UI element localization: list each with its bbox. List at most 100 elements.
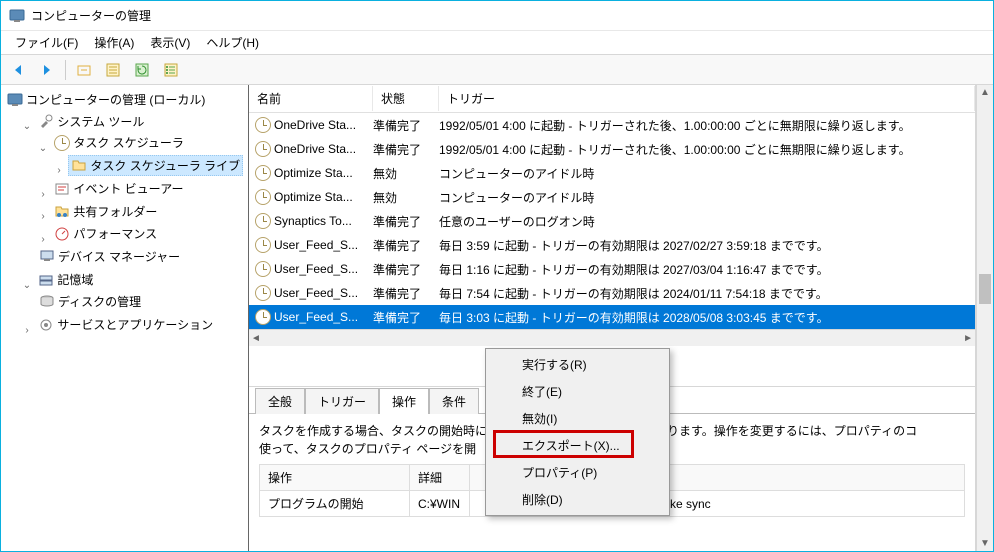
task-name: User_Feed_S... <box>274 262 358 276</box>
tree-label: ディスクの管理 <box>58 293 141 310</box>
menu-help[interactable]: ヘルプ(H) <box>198 31 267 54</box>
tree-device-manager[interactable]: デバイス マネージャー <box>37 247 182 266</box>
tree-label: パフォーマンス <box>73 225 157 242</box>
context-disable[interactable]: 無効(I) <box>488 405 667 432</box>
task-state: 無効 <box>373 189 439 206</box>
task-trigger: 1992/05/01 4:00 に起動 - トリガーされた後、1.00:00:0… <box>439 141 975 158</box>
context-end[interactable]: 終了(E) <box>488 378 667 405</box>
header-state[interactable]: 状態 <box>373 86 439 111</box>
tree-scheduler-library[interactable]: タスク スケジューラ ライブ <box>68 155 243 176</box>
expander-icon[interactable]: › <box>37 234 49 245</box>
task-row[interactable]: OneDrive Sta...準備完了1992/05/01 4:00 に起動 -… <box>249 137 975 161</box>
task-state: 準備完了 <box>373 237 439 254</box>
task-name: Optimize Sta... <box>274 190 353 204</box>
expander-icon[interactable]: ⌄ <box>37 143 49 154</box>
tree-performance[interactable]: パフォーマンス <box>52 224 159 243</box>
context-delete[interactable]: 削除(D) <box>488 486 667 513</box>
context-export[interactable]: エクスポート(X)... <box>488 432 667 459</box>
expander-icon[interactable]: › <box>21 325 33 336</box>
scroll-right-icon[interactable]: ► <box>963 333 973 344</box>
task-trigger: 毎日 3:59 に起動 - トリガーの有効期限は 2027/02/27 3:59… <box>439 237 975 254</box>
up-button[interactable] <box>71 57 97 83</box>
list-button[interactable] <box>158 57 184 83</box>
horizontal-scrollbar[interactable]: ◄ ► <box>249 329 975 346</box>
task-state: 準備完了 <box>373 141 439 158</box>
task-name: User_Feed_S... <box>274 286 358 300</box>
task-row[interactable]: User_Feed_S...準備完了毎日 7:54 に起動 - トリガーの有効期… <box>249 281 975 305</box>
tree-storage[interactable]: 記憶域 <box>36 270 95 289</box>
tree-services-apps[interactable]: サービスとアプリケーション <box>36 315 215 334</box>
tree-system-tools[interactable]: システム ツール <box>36 112 146 131</box>
context-menu: 実行する(R) 終了(E) 無効(I) エクスポート(X)... プロパティ(P… <box>485 348 670 516</box>
clock-icon <box>255 117 271 133</box>
scroll-thumb[interactable] <box>979 274 991 304</box>
back-button[interactable] <box>5 57 31 83</box>
folder-icon <box>71 157 87 173</box>
tab-conditions[interactable]: 条件 <box>429 388 479 414</box>
task-name: OneDrive Sta... <box>274 118 356 132</box>
scroll-up-icon[interactable]: ▲ <box>980 87 990 98</box>
action-name: プログラムの開始 <box>260 491 410 517</box>
menu-view[interactable]: 表示(V) <box>142 31 198 54</box>
context-properties[interactable]: プロパティ(P) <box>488 459 667 486</box>
tab-triggers[interactable]: トリガー <box>305 388 379 414</box>
menu-file[interactable]: ファイル(F) <box>7 31 86 54</box>
refresh-button[interactable] <box>129 57 155 83</box>
shared-folder-icon <box>54 203 70 219</box>
clock-icon <box>255 309 271 325</box>
disk-icon <box>39 293 55 309</box>
expander-icon[interactable]: › <box>53 165 65 176</box>
tree-disk-management[interactable]: ディスクの管理 <box>37 292 143 311</box>
header-name[interactable]: 名前 <box>249 86 373 111</box>
task-row[interactable]: User_Feed_S...準備完了毎日 1:16 に起動 - トリガーの有効期… <box>249 257 975 281</box>
tree-event-viewer[interactable]: イベント ビューアー <box>52 179 185 198</box>
context-run[interactable]: 実行する(R) <box>488 351 667 378</box>
task-row[interactable]: Optimize Sta...無効コンピューターのアイドル時 <box>249 161 975 185</box>
toolbar <box>1 55 993 85</box>
task-row[interactable]: Synaptics To...準備完了任意のユーザーのログオン時 <box>249 209 975 233</box>
task-state: 無効 <box>373 165 439 182</box>
clock-icon <box>255 261 271 277</box>
task-trigger: 任意のユーザーのログオン時 <box>439 213 975 230</box>
vertical-scrollbar[interactable]: ▲ ▼ <box>976 85 993 551</box>
header-trigger[interactable]: トリガー <box>439 86 975 111</box>
tree-shared-folders[interactable]: 共有フォルダー <box>52 202 159 221</box>
titlebar: コンピューターの管理 <box>1 1 993 31</box>
expander-icon[interactable]: › <box>37 189 49 200</box>
expander-icon[interactable]: › <box>37 211 49 222</box>
tab-actions[interactable]: 操作 <box>379 388 429 414</box>
device-icon <box>39 248 55 264</box>
task-row[interactable]: OneDrive Sta...準備完了1992/05/01 4:00 に起動 -… <box>249 113 975 137</box>
actions-col-action[interactable]: 操作 <box>260 465 410 491</box>
task-name: User_Feed_S... <box>274 238 358 252</box>
task-name: Synaptics To... <box>274 214 352 228</box>
tab-general[interactable]: 全般 <box>255 388 305 414</box>
scroll-left-icon[interactable]: ◄ <box>251 333 261 344</box>
scroll-down-icon[interactable]: ▼ <box>980 538 990 549</box>
task-row[interactable]: Optimize Sta... 無効コンピューターのアイドル時 <box>249 185 975 209</box>
grid-header: 名前 状態 トリガー <box>249 85 975 113</box>
tree-root[interactable]: コンピューターの管理 (ローカル) <box>5 90 207 109</box>
tree-label: システム ツール <box>57 113 144 130</box>
action-detail: C:¥WIN <box>410 491 470 517</box>
navigation-tree[interactable]: コンピューターの管理 (ローカル) ⌄ システム ツール ⌄ <box>1 85 249 551</box>
expander-icon[interactable]: ⌄ <box>21 121 33 132</box>
expander-icon[interactable]: ⌄ <box>21 280 33 291</box>
task-trigger: コンピューターのアイドル時 <box>439 165 975 182</box>
task-trigger: 1992/05/01 4:00 に起動 - トリガーされた後、1.00:00:0… <box>439 117 975 134</box>
window-title: コンピューターの管理 <box>31 7 151 24</box>
clock-icon <box>255 165 271 181</box>
toolbar-separator <box>65 60 66 80</box>
task-grid[interactable]: 名前 状態 トリガー OneDrive Sta...準備完了1992/05/01… <box>249 85 975 387</box>
actions-col-detail[interactable]: 詳細 <box>410 465 470 491</box>
menu-action[interactable]: 操作(A) <box>86 31 142 54</box>
task-trigger: コンピューターのアイドル時 <box>439 189 975 206</box>
tree-label: タスク スケジューラ ライブ <box>90 157 240 174</box>
tree-task-scheduler[interactable]: タスク スケジューラ <box>52 133 186 152</box>
task-row[interactable]: User_Feed_S... 準備完了毎日 3:59 に起動 - トリガーの有効期… <box>249 233 975 257</box>
task-trigger: 毎日 7:54 に起動 - トリガーの有効期限は 2024/01/11 7:54… <box>439 285 975 302</box>
forward-button[interactable] <box>34 57 60 83</box>
properties-button[interactable] <box>100 57 126 83</box>
task-row[interactable]: User_Feed_S...準備完了毎日 3:03 に起動 - トリガーの有効期… <box>249 305 975 329</box>
task-state: 準備完了 <box>373 261 439 278</box>
